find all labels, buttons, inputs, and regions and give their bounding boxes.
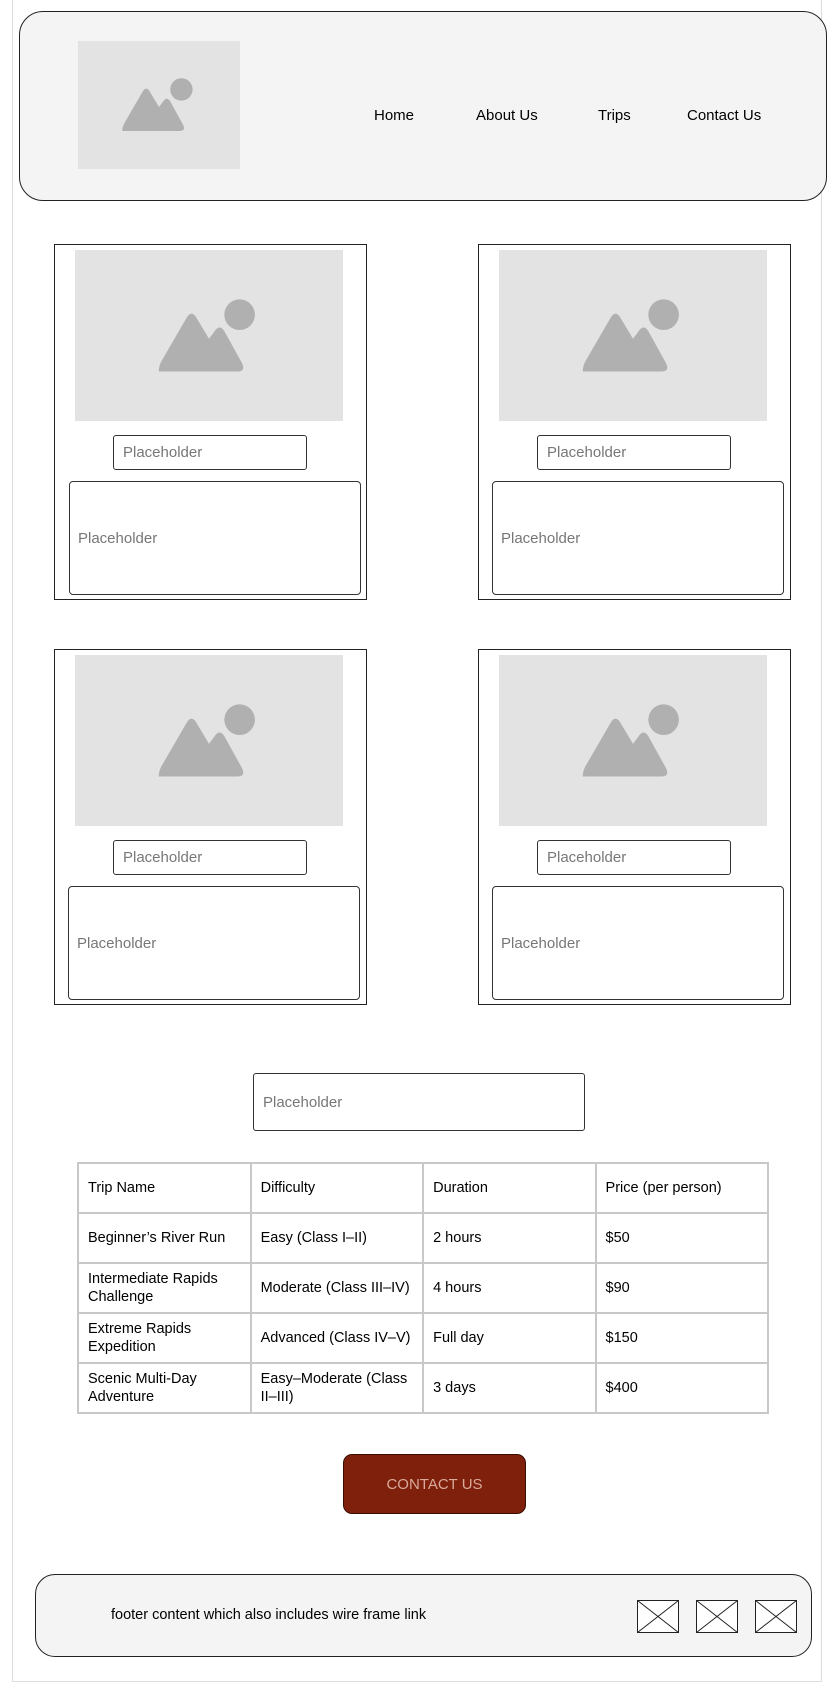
nav-contact-us[interactable]: Contact Us [687,107,761,124]
table-cell: $90 [594,1262,770,1314]
table-cell: 3 days [422,1362,597,1414]
placeholder-icon[interactable] [637,1600,679,1633]
table-cell: 4 hours [422,1262,597,1314]
footer-text: footer content which also includes wire … [111,1607,427,1623]
card-title-field[interactable]: Placeholder [537,840,731,875]
column-header-price: Price (per person) [594,1162,770,1214]
placeholder-icon[interactable] [696,1600,738,1633]
table-cell: $50 [594,1212,770,1264]
table-cell: $150 [594,1312,770,1364]
table-cell: Moderate (Class III–IV) [249,1262,425,1314]
card-body-field[interactable]: Placeholder [68,886,360,1000]
card-title-field[interactable]: Placeholder [113,840,307,875]
trip-card: Placeholder Placeholder [54,649,367,1005]
card-body-field[interactable]: Placeholder [69,481,361,595]
image-placeholder-icon [582,703,679,777]
nav-home[interactable]: Home [374,107,414,124]
card-image [75,250,343,421]
table-cell: Extreme Rapids Expedition [77,1312,252,1364]
table-row: Beginner’s River Run Easy (Class I–II) 2… [77,1212,770,1264]
table-cell: Intermediate Rapids Challenge [77,1262,252,1314]
trip-card: Placeholder Placeholder [478,244,791,600]
column-header-duration: Duration [422,1162,597,1214]
image-placeholder-icon [158,298,255,372]
table-cell: 2 hours [422,1212,597,1264]
card-body-field[interactable]: Placeholder [492,481,784,595]
table-cell: $400 [594,1362,770,1414]
footer: footer content which also includes wire … [35,1574,812,1657]
nav-trips[interactable]: Trips [598,107,631,124]
header: Home About Us Trips Contact Us [19,11,827,201]
image-placeholder-icon [582,298,679,372]
table-cell: Full day [422,1312,597,1364]
table-cell: Easy (Class I–II) [249,1212,425,1264]
card-title-field[interactable]: Placeholder [113,435,307,470]
table-header-row: Trip Name Difficulty Duration Price (per… [77,1162,770,1214]
text-field[interactable]: Placeholder [253,1073,585,1131]
placeholder-icon[interactable] [755,1600,797,1633]
table-row: Intermediate Rapids Challenge Moderate (… [77,1262,770,1314]
table-cell: Beginner’s River Run [77,1212,252,1264]
column-header-difficulty: Difficulty [249,1162,425,1214]
trip-card: Placeholder Placeholder [478,649,791,1005]
trips-table: Trip Name Difficulty Duration Price (per… [77,1162,770,1414]
table-cell: Easy–Moderate (Class II–III) [249,1362,425,1414]
card-image [499,250,767,421]
trip-card: Placeholder Placeholder [54,244,367,600]
image-placeholder-icon [158,703,255,777]
table-cell: Advanced (Class IV–V) [249,1312,425,1364]
card-body-field[interactable]: Placeholder [492,886,784,1000]
table-row: Extreme Rapids Expedition Advanced (Clas… [77,1312,770,1364]
table-cell: Scenic Multi-Day Adventure [77,1362,252,1414]
logo-image[interactable] [78,41,240,169]
card-title-field[interactable]: Placeholder [537,435,731,470]
card-image [75,655,343,826]
column-header-trip-name: Trip Name [77,1162,252,1214]
table-row: Scenic Multi-Day Adventure Easy–Moderate… [77,1362,770,1414]
card-image [499,655,767,826]
nav-about-us[interactable]: About Us [476,107,538,124]
image-placeholder-icon [122,78,193,131]
contact-us-button[interactable]: CONTACT US [343,1454,526,1514]
